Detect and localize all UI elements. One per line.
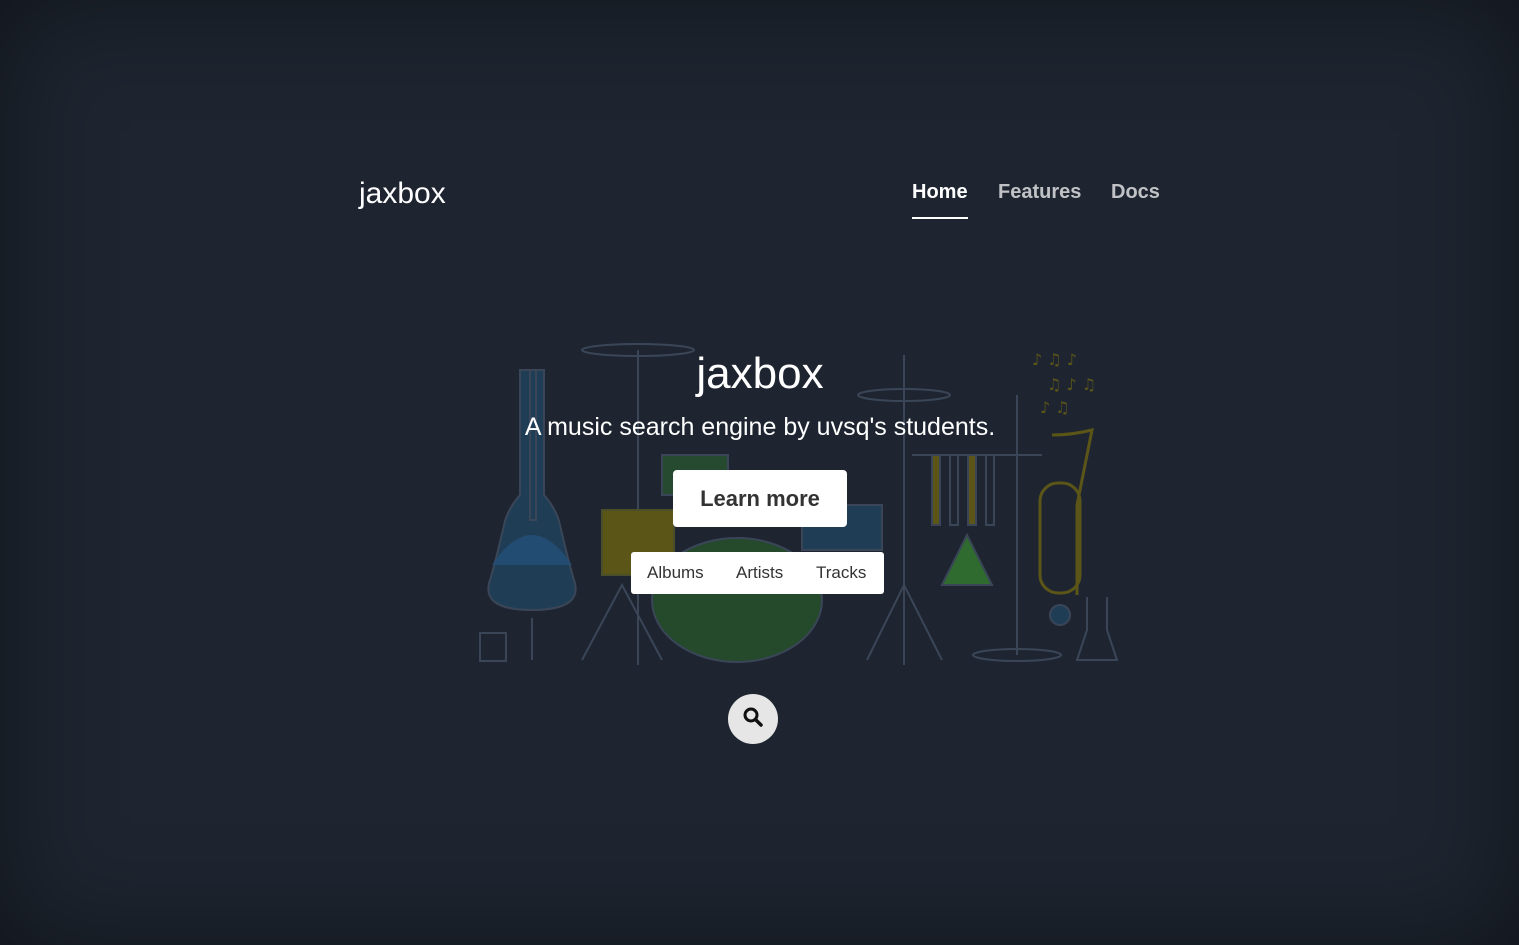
beaker-illustration — [479, 632, 507, 662]
nav-home[interactable]: Home — [912, 180, 968, 204]
nav-docs[interactable]: Docs — [1111, 180, 1160, 204]
nav-features[interactable]: Features — [998, 180, 1081, 204]
main-nav: Home Features Docs — [900, 180, 1200, 222]
tab-artists[interactable]: Artists — [736, 552, 783, 594]
nav-active-underline — [912, 217, 968, 219]
hero-title: jaxbox — [696, 349, 824, 398]
search-button[interactable] — [728, 694, 778, 744]
learn-more-button[interactable]: Learn more — [673, 470, 847, 527]
search-category-tabs: Albums Artists Tracks — [631, 552, 884, 594]
hero-lead: A music search engine by uvsq's students… — [524, 413, 996, 441]
tab-tracks[interactable]: Tracks — [816, 552, 866, 594]
tab-albums[interactable]: Albums — [647, 552, 704, 594]
search-icon — [743, 707, 763, 727]
svg-text:♫ ♪ ♫: ♫ ♪ ♫ — [1047, 375, 1096, 394]
trumpet-illustration: ♪ ♫ ♪ ♫ ♪ ♫ ♪ ♫ — [1032, 350, 1119, 661]
guitar-flask-illustration — [487, 369, 577, 612]
svg-text:♪ ♫ ♪: ♪ ♫ ♪ — [1032, 350, 1077, 369]
brand-logo[interactable]: jaxbox — [359, 176, 446, 212]
